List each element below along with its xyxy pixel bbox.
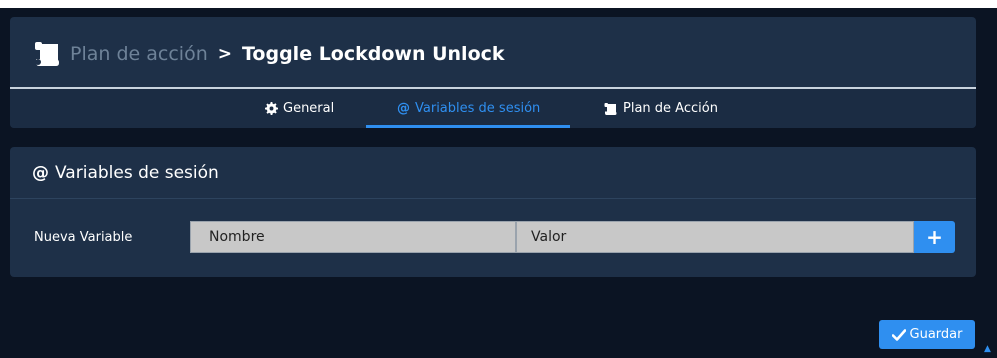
tab-general-label: General [283, 101, 335, 116]
new-variable-label: Nueva Variable [34, 230, 133, 245]
tab-session-variables-label: Variables de sesión [415, 101, 541, 116]
breadcrumb: Plan de acción > Toggle Lockdown Unlock [32, 39, 505, 69]
save-button-label: Guardar [909, 327, 963, 342]
header-panel: Plan de acción > Toggle Lockdown Unlock … [10, 17, 976, 128]
app-window: Plan de acción > Toggle Lockdown Unlock … [0, 8, 997, 358]
check-icon [891, 328, 906, 341]
plus-icon: + [926, 225, 943, 249]
session-variables-header: @ Variables de sesión [10, 147, 976, 199]
session-variables-panel: @ Variables de sesión Nueva Variable Nom… [10, 147, 976, 277]
save-button[interactable]: Guardar [879, 320, 975, 349]
session-variables-title: @ Variables de sesión [32, 163, 219, 183]
variable-value-input[interactable]: Valor [516, 221, 914, 253]
variable-name-placeholder: Nombre [209, 229, 265, 245]
active-tab-indicator [366, 125, 570, 128]
tab-general[interactable]: General [265, 89, 334, 128]
page-title: Toggle Lockdown Unlock [241, 43, 505, 65]
tabs-bar: General @ Variables de sesión Plan de Ac… [10, 89, 976, 128]
add-variable-button[interactable]: + [914, 221, 955, 253]
variable-value-placeholder: Valor [531, 229, 567, 245]
scroll-up-icon[interactable]: ▲ [984, 344, 991, 354]
tab-session-variables[interactable]: @ Variables de sesión [397, 89, 540, 128]
tab-action-plan[interactable]: Plan de Acción [603, 89, 718, 128]
variable-name-input[interactable]: Nombre [190, 221, 516, 253]
scroll-icon [32, 41, 62, 67]
at-icon: @ [32, 162, 49, 183]
at-icon: @ [397, 101, 410, 116]
gear-icon [265, 102, 278, 115]
tab-action-plan-label: Plan de Acción [623, 101, 718, 116]
scroll-icon [603, 102, 618, 116]
breadcrumb-parent[interactable]: Plan de acción [70, 43, 208, 65]
breadcrumb-separator: > [217, 44, 232, 64]
session-variables-title-text: Variables de sesión [55, 162, 219, 183]
